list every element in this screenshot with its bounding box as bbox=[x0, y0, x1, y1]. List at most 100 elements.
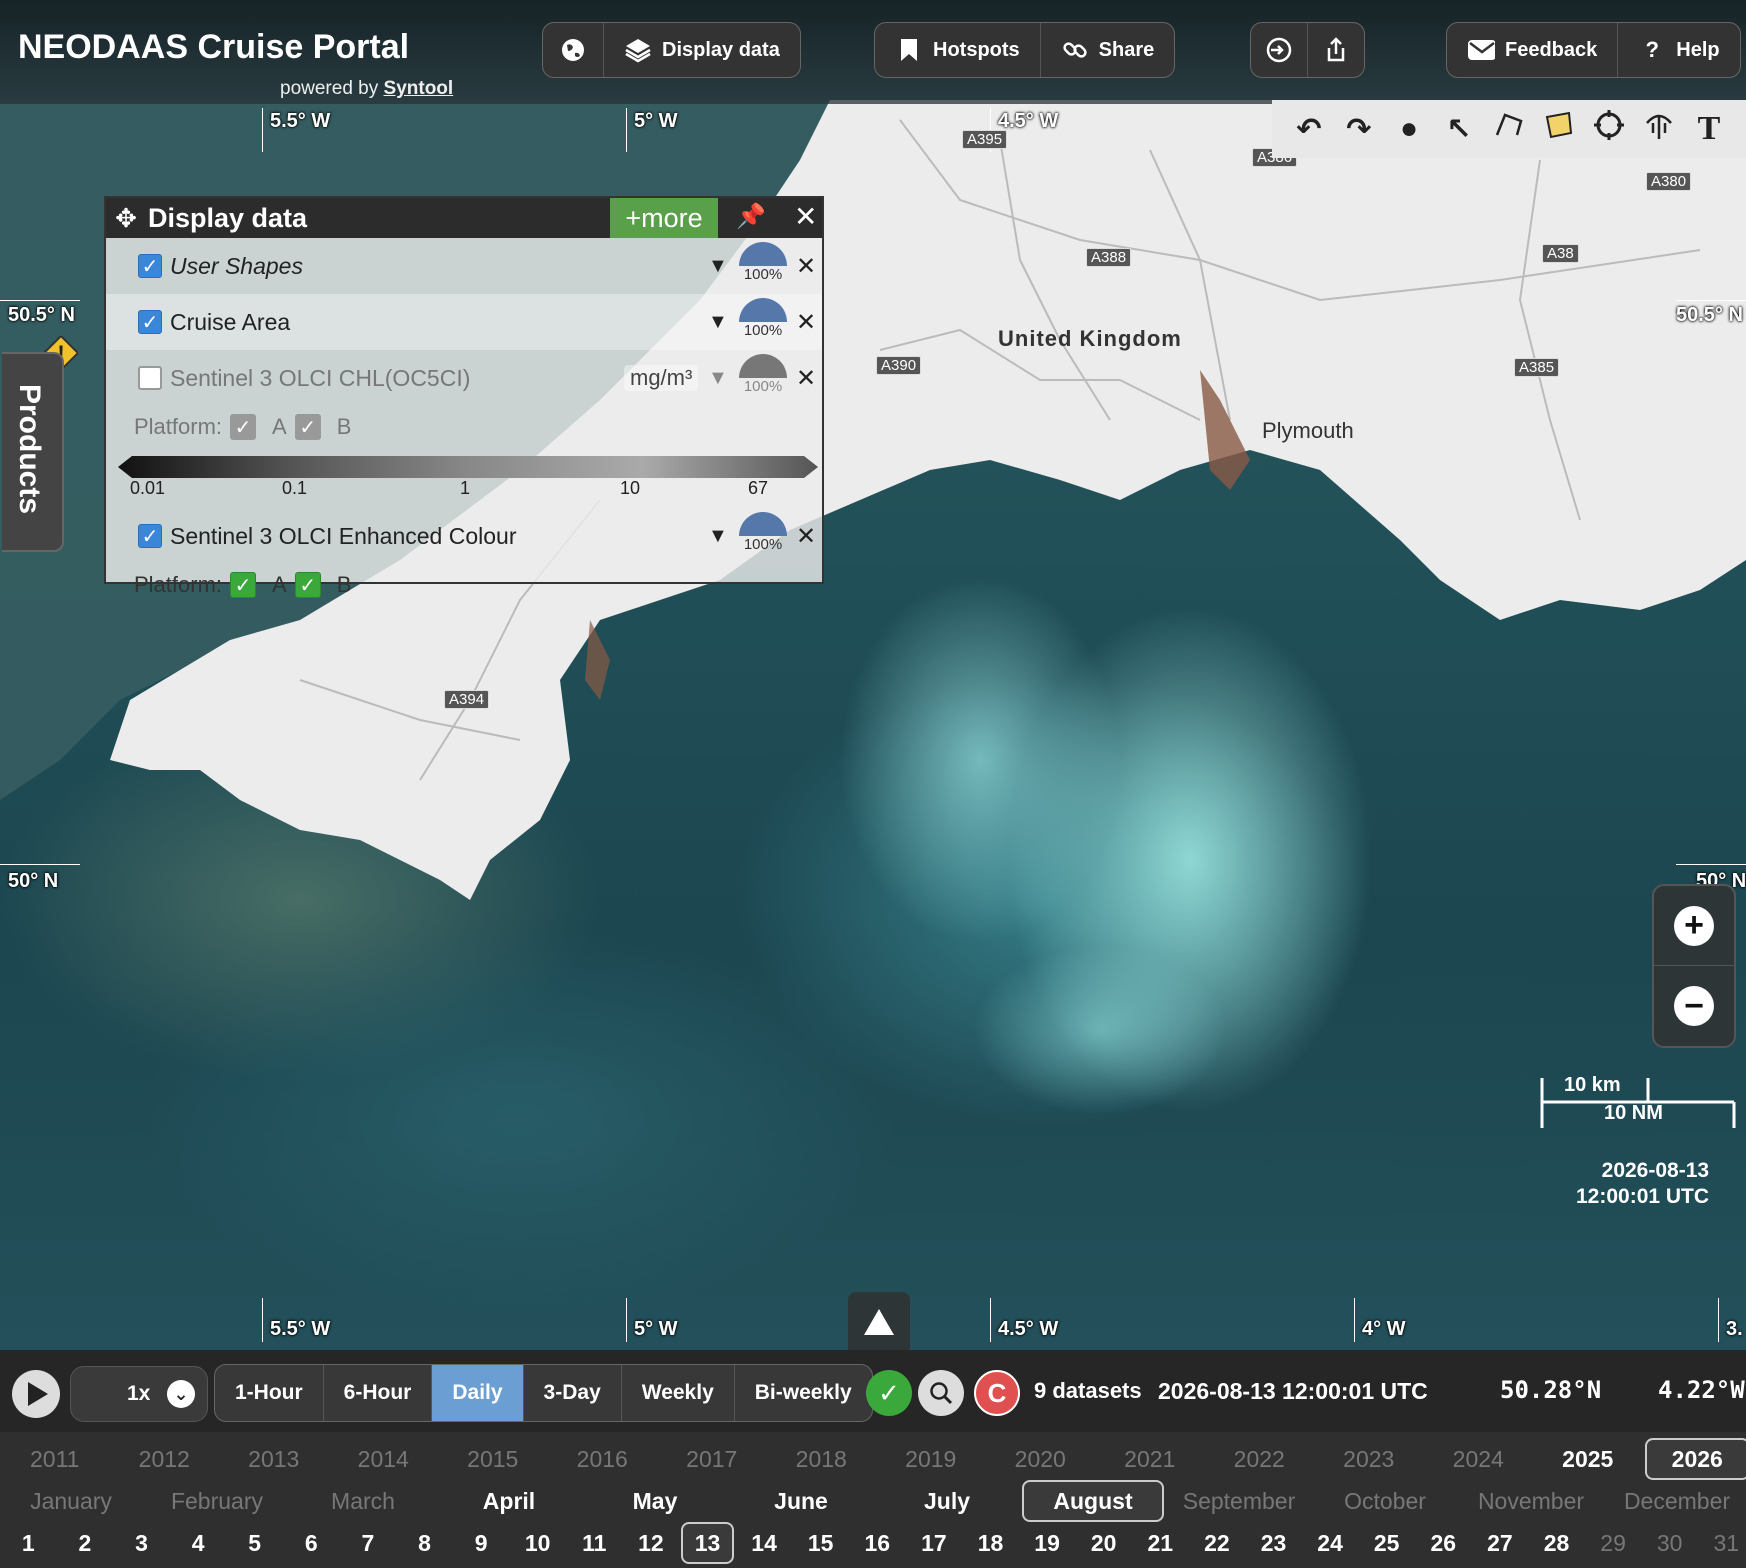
month-cell[interactable]: September bbox=[1168, 1480, 1310, 1522]
step-daily[interactable]: Daily bbox=[432, 1365, 524, 1421]
day-cell[interactable]: 4 bbox=[172, 1522, 225, 1564]
day-cell[interactable]: 18 bbox=[964, 1522, 1017, 1564]
opacity-control[interactable]: 100% bbox=[736, 298, 790, 339]
year-cell[interactable]: 2012 bbox=[112, 1438, 218, 1480]
platform-a-checkbox[interactable]: ✓ bbox=[230, 414, 257, 440]
year-cell[interactable]: 2025 bbox=[1535, 1438, 1641, 1480]
display-data-button[interactable]: Display data bbox=[604, 23, 800, 77]
circle-tool[interactable] bbox=[1586, 106, 1632, 152]
day-cell[interactable]: 28 bbox=[1530, 1522, 1583, 1564]
year-cell[interactable]: 2017 bbox=[659, 1438, 765, 1480]
month-cell[interactable]: October bbox=[1314, 1480, 1456, 1522]
year-cell[interactable]: 2024 bbox=[1426, 1438, 1532, 1480]
measure-tool[interactable] bbox=[1636, 106, 1682, 152]
year-cell[interactable]: 2026 bbox=[1644, 1438, 1746, 1480]
day-cell[interactable]: 13 bbox=[681, 1522, 734, 1564]
syntool-link[interactable]: Syntool bbox=[384, 78, 454, 99]
zoom-in-button[interactable]: + bbox=[1654, 886, 1734, 966]
day-cell[interactable]: 8 bbox=[398, 1522, 451, 1564]
year-cell[interactable]: 2011 bbox=[2, 1438, 108, 1480]
platform-a-checkbox[interactable]: ✓ bbox=[230, 572, 257, 598]
day-cell[interactable]: 29 bbox=[1587, 1522, 1640, 1564]
day-cell[interactable]: 15 bbox=[794, 1522, 847, 1564]
opacity-control[interactable]: 100% bbox=[736, 512, 790, 553]
platform-b-checkbox[interactable]: ✓ bbox=[294, 414, 321, 440]
products-tab[interactable]: Products bbox=[2, 352, 64, 552]
day-cell[interactable]: 16 bbox=[851, 1522, 904, 1564]
year-cell[interactable]: 2021 bbox=[1097, 1438, 1203, 1480]
line-tool[interactable] bbox=[1486, 106, 1532, 152]
day-cell[interactable]: 30 bbox=[1643, 1522, 1696, 1564]
hotspots-button[interactable]: Hotspots bbox=[875, 23, 1041, 77]
month-cell[interactable]: July bbox=[876, 1480, 1018, 1522]
month-cell[interactable]: February bbox=[146, 1480, 288, 1522]
month-cell[interactable]: January bbox=[0, 1480, 142, 1522]
export-button[interactable] bbox=[1308, 23, 1364, 77]
step-3-day[interactable]: 3-Day bbox=[524, 1365, 622, 1421]
close-icon[interactable]: ✕ bbox=[794, 200, 817, 233]
day-cell[interactable]: 26 bbox=[1417, 1522, 1470, 1564]
day-cell[interactable]: 12 bbox=[625, 1522, 678, 1564]
day-cell[interactable]: 14 bbox=[738, 1522, 791, 1564]
check-icon[interactable]: ✓ bbox=[866, 1370, 912, 1416]
day-cell[interactable]: 7 bbox=[342, 1522, 395, 1564]
feedback-button[interactable]: Feedback bbox=[1447, 23, 1619, 77]
year-cell[interactable]: 2023 bbox=[1316, 1438, 1422, 1480]
day-cell[interactable]: 27 bbox=[1474, 1522, 1527, 1564]
panel-header[interactable]: ✥ Display data +more 📌 ✕ bbox=[106, 198, 822, 238]
month-cell[interactable]: August bbox=[1022, 1480, 1164, 1522]
more-button[interactable]: +more bbox=[610, 198, 718, 238]
speed-select[interactable]: 1x ⌄ bbox=[70, 1366, 208, 1422]
year-cell[interactable]: 2016 bbox=[550, 1438, 656, 1480]
timeline-toggle-button[interactable] bbox=[848, 1292, 910, 1352]
day-cell[interactable]: 6 bbox=[285, 1522, 338, 1564]
year-cell[interactable]: 2019 bbox=[878, 1438, 984, 1480]
day-cell[interactable]: 24 bbox=[1304, 1522, 1357, 1564]
year-cell[interactable]: 2018 bbox=[769, 1438, 875, 1480]
day-cell[interactable]: 9 bbox=[455, 1522, 508, 1564]
layer-checkbox[interactable]: ✓ bbox=[138, 524, 162, 548]
share-button[interactable]: Share bbox=[1041, 23, 1175, 77]
undo-tool[interactable]: ↶ bbox=[1286, 106, 1332, 152]
zoom-search-icon[interactable] bbox=[918, 1370, 964, 1416]
reload-icon[interactable]: C bbox=[974, 1370, 1020, 1416]
step-1-hour[interactable]: 1-Hour bbox=[215, 1365, 324, 1421]
remove-layer-icon[interactable]: ✕ bbox=[796, 364, 816, 393]
play-button[interactable] bbox=[12, 1370, 60, 1418]
day-cell[interactable]: 22 bbox=[1191, 1522, 1244, 1564]
day-cell[interactable]: 2 bbox=[59, 1522, 112, 1564]
step-6-hour[interactable]: 6-Hour bbox=[324, 1365, 433, 1421]
year-cell[interactable]: 2020 bbox=[988, 1438, 1094, 1480]
layer-row-user-shapes[interactable]: ✓ User Shapes ▼ 100% ✕ bbox=[106, 238, 822, 294]
layer-checkbox[interactable] bbox=[138, 366, 162, 390]
day-cell[interactable]: 31 bbox=[1700, 1522, 1746, 1564]
import-button[interactable] bbox=[1251, 23, 1308, 77]
day-cell[interactable]: 21 bbox=[1134, 1522, 1187, 1564]
pin-icon[interactable]: 📌 bbox=[736, 202, 766, 231]
day-cell[interactable]: 10 bbox=[511, 1522, 564, 1564]
year-cell[interactable]: 2015 bbox=[440, 1438, 546, 1480]
month-cell[interactable]: March bbox=[292, 1480, 434, 1522]
globe-button[interactable] bbox=[543, 23, 604, 77]
month-cell[interactable]: November bbox=[1460, 1480, 1602, 1522]
day-cell[interactable]: 1 bbox=[2, 1522, 55, 1564]
point-tool[interactable]: ● bbox=[1386, 106, 1432, 152]
select-tool[interactable]: ↖ bbox=[1436, 106, 1482, 152]
remove-layer-icon[interactable]: ✕ bbox=[796, 308, 816, 337]
step-weekly[interactable]: Weekly bbox=[622, 1365, 735, 1421]
zoom-out-button[interactable]: − bbox=[1654, 966, 1734, 1046]
help-button[interactable]: ? Help bbox=[1618, 23, 1739, 77]
year-cell[interactable]: 2014 bbox=[331, 1438, 437, 1480]
opacity-control[interactable]: 100% bbox=[736, 242, 790, 283]
polygon-tool[interactable] bbox=[1536, 106, 1582, 152]
text-tool[interactable]: T bbox=[1686, 106, 1732, 152]
month-cell[interactable]: December bbox=[1606, 1480, 1746, 1522]
layer-checkbox[interactable]: ✓ bbox=[138, 310, 162, 334]
remove-layer-icon[interactable]: ✕ bbox=[796, 252, 816, 281]
month-cell[interactable]: May bbox=[584, 1480, 726, 1522]
layer-row-enhanced-colour[interactable]: ✓ Sentinel 3 OLCI Enhanced Colour ▼ 100%… bbox=[106, 508, 822, 564]
layer-checkbox[interactable]: ✓ bbox=[138, 254, 162, 278]
day-cell[interactable]: 11 bbox=[568, 1522, 621, 1564]
month-cell[interactable]: April bbox=[438, 1480, 580, 1522]
year-cell[interactable]: 2022 bbox=[1207, 1438, 1313, 1480]
